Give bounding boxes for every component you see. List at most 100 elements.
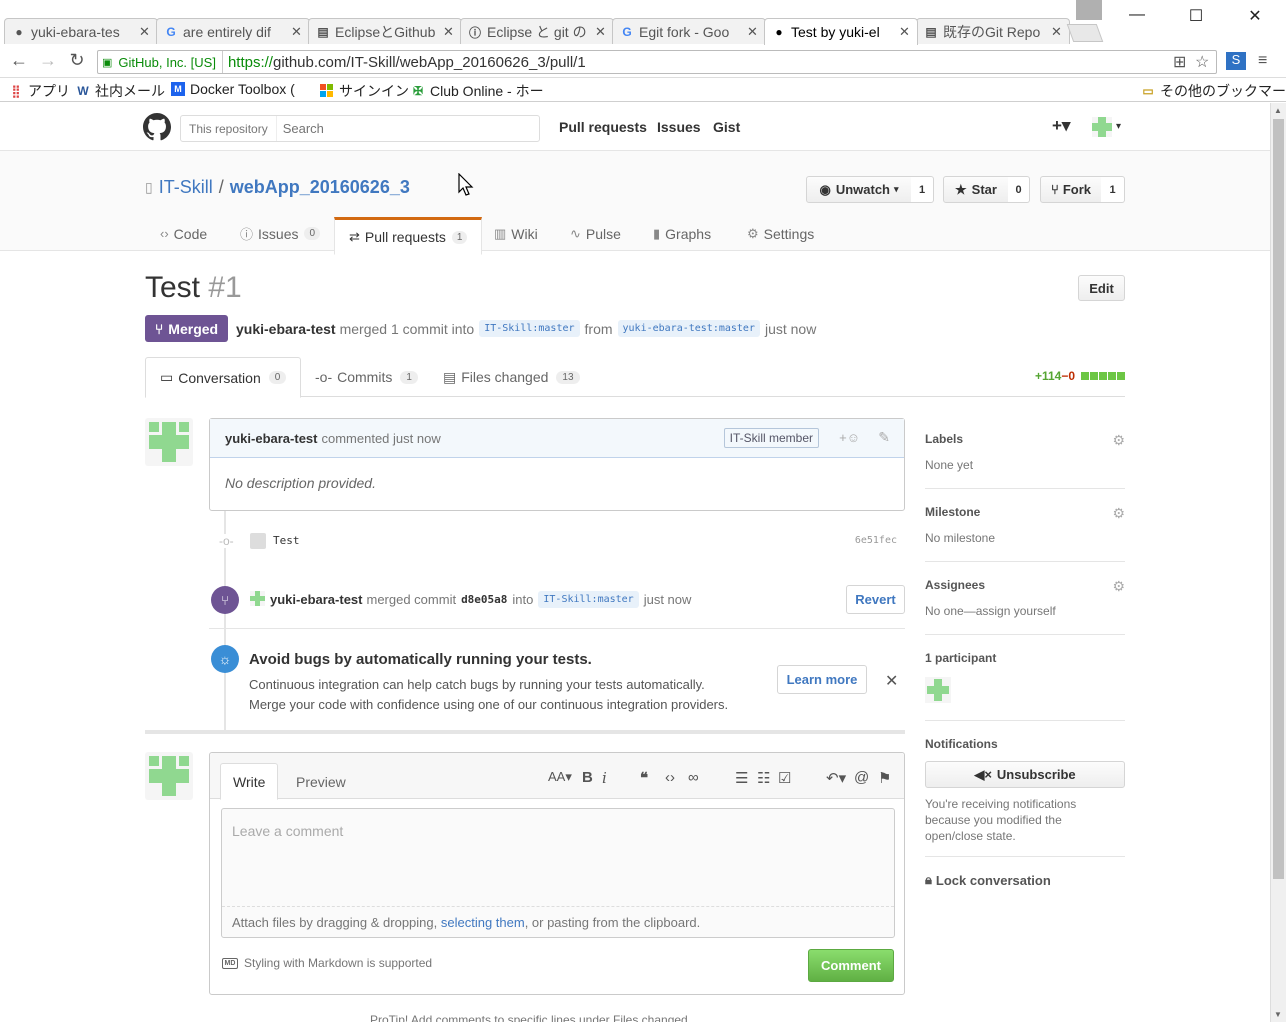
user-avatar-menu[interactable] [1092,117,1112,137]
tab-settings[interactable]: ⚙ Settings [747,215,814,252]
browser-tab[interactable]: ▤ EclipseとGithub ✕ [308,18,462,45]
tab-pulse[interactable]: ∿ Pulse [570,215,621,252]
avatar[interactable] [145,752,193,800]
close-icon[interactable]: ✕ [899,24,911,40]
gear-icon[interactable]: ⚙ [1112,505,1125,522]
new-tab-button[interactable] [1066,24,1104,42]
browser-tab[interactable]: ⓘ Eclipse と git の ✕ [460,18,614,45]
close-icon[interactable]: ✕ [1051,24,1063,40]
chevron-down-icon[interactable]: ▾ [1116,121,1121,132]
menu-icon[interactable]: ≡ [1258,52,1267,70]
other-bookmarks[interactable]: ▭ その他のブックマーク [1141,81,1286,101]
nav-gist[interactable]: Gist [713,119,740,135]
close-icon[interactable]: ✕ [747,24,759,40]
bookmark-club[interactable]: ✠ Club Online - ホー [411,81,544,101]
merge-sha-link[interactable]: d8e05a8 [461,593,507,606]
tab-files-changed[interactable]: ▤ Files changed 13 [443,357,580,397]
select-files-link[interactable]: selecting them [441,915,525,930]
tab-wiki[interactable]: ▥ Wiki [494,215,538,252]
quote-icon[interactable]: ❝ [640,769,648,787]
search-input[interactable] [276,121,539,136]
fork-button[interactable]: ⑂ Fork [1040,176,1102,203]
nav-issues[interactable]: Issues [657,119,701,135]
nav-pull-requests[interactable]: Pull requests [559,119,647,135]
stargazers-count[interactable]: 0 [1008,176,1030,203]
gear-icon[interactable]: ⚙ [1112,578,1125,595]
task-list-icon[interactable]: ☑ [778,769,791,787]
numbered-list-icon[interactable]: ☷ [757,769,770,787]
close-icon[interactable]: ✕ [443,24,455,40]
browser-tab[interactable]: G are entirely dif ✕ [156,18,310,45]
scroll-down-icon[interactable]: ▼ [1274,1010,1282,1019]
close-window-icon[interactable]: ✕ [1240,6,1270,26]
bookmark-apps[interactable]: ⣿ アプリ [9,81,70,101]
lock-conversation-link[interactable]: 🔒︎ Lock conversation [925,872,1125,888]
tab-graphs[interactable]: ▮ Graphs [653,215,711,252]
link-icon[interactable]: ∞ [688,769,699,786]
star-button[interactable]: ★ Star [943,176,1009,203]
reply-icon[interactable]: ↶▾ [826,769,846,787]
code-icon[interactable]: ‹› [665,769,675,786]
bold-icon[interactable]: B [582,769,593,786]
close-icon[interactable]: ✕ [595,24,607,40]
mention-icon[interactable]: @ [854,769,869,786]
bookmark-docker[interactable]: M Docker Toolbox ( [171,81,295,97]
edit-title-button[interactable]: Edit [1078,275,1125,301]
scroll-up-icon[interactable]: ▲ [1274,106,1282,115]
close-icon[interactable]: ✕ [139,24,151,40]
forks-count[interactable]: 1 [1101,176,1125,203]
tab-commits[interactable]: -o- Commits 1 [315,357,418,397]
ev-certificate[interactable]: ▣ GitHub, Inc. [US] [98,51,223,73]
profile-icon[interactable] [1076,0,1102,20]
add-reaction-icon[interactable]: +☺ [839,430,860,445]
site-search[interactable]: This repository [180,115,540,142]
create-new-menu[interactable]: +▾ [1052,116,1070,136]
unsubscribe-button[interactable]: ◀× Unsubscribe [925,761,1125,788]
forward-icon[interactable]: → [37,50,59,71]
pr-author-link[interactable]: yuki-ebara-test [236,321,336,337]
repo-name-link[interactable]: webApp_20160626_3 [230,177,410,198]
avatar[interactable] [250,591,265,606]
address-bar[interactable]: ▣ GitHub, Inc. [US] https://github.com/I… [97,50,1217,74]
bookmark-icon[interactable]: ⚑ [878,769,891,787]
maximize-icon[interactable]: ☐ [1181,6,1211,26]
close-icon[interactable]: ✕ [885,671,898,691]
avatar[interactable] [145,418,193,466]
learn-more-button[interactable]: Learn more [777,665,867,694]
unwatch-button[interactable]: ◉ Unwatch ▾ [806,176,912,203]
scrollbar-thumb[interactable] [1273,119,1284,879]
assign-yourself-link[interactable]: No one—assign yourself [925,604,1125,618]
reload-icon[interactable]: ↻ [66,50,88,71]
text-size-icon[interactable]: AA▾ [548,769,572,785]
vertical-scrollbar[interactable]: ▲ ▼ [1270,103,1286,1022]
star-bookmark-icon[interactable]: ☆ [1195,52,1209,72]
gear-icon[interactable]: ⚙ [1112,432,1125,449]
tab-pull-requests[interactable]: ⇄ Pull requests 1 [334,217,483,255]
extension-icon[interactable]: S [1226,52,1246,70]
comment-textarea[interactable]: Leave a comment Attach files by dragging… [221,808,895,938]
avatar[interactable] [925,677,951,703]
markdown-hint[interactable]: MD Styling with Markdown is supported [222,956,432,970]
browser-tab[interactable]: ● yuki-ebara-tes ✕ [4,18,158,45]
tab-code[interactable]: ‹› Code [160,215,207,252]
translate-icon[interactable]: ⊞ [1173,52,1186,72]
tab-conversation[interactable]: ▭ Conversation 0 [145,357,302,398]
tab-issues[interactable]: ⓘ Issues 0 [240,215,321,252]
commit-sha-link[interactable]: 6e51fec [855,535,897,546]
watchers-count[interactable]: 1 [911,176,934,203]
repo-owner-link[interactable]: IT-Skill [159,177,213,198]
browser-tab[interactable]: ▤ 既存のGit Repo ✕ [916,18,1070,45]
bookmark-mail[interactable]: W 社内メール [76,81,165,101]
merge-author-link[interactable]: yuki-ebara-test [270,592,362,607]
italic-icon[interactable]: i [602,769,607,787]
browser-tab-active[interactable]: ● Test by yuki-el ✕ [764,18,918,45]
pencil-icon[interactable]: ✎ [878,429,890,446]
back-icon[interactable]: ← [8,50,30,71]
minimize-icon[interactable]: — [1122,6,1152,24]
close-icon[interactable]: ✕ [291,24,303,40]
commit-message-link[interactable]: Test [273,534,300,547]
github-logo-icon[interactable] [143,113,171,144]
bullet-list-icon[interactable]: ☰ [735,769,748,787]
comment-author-link[interactable]: yuki-ebara-test [225,431,317,446]
tab-preview[interactable]: Preview [284,763,358,800]
